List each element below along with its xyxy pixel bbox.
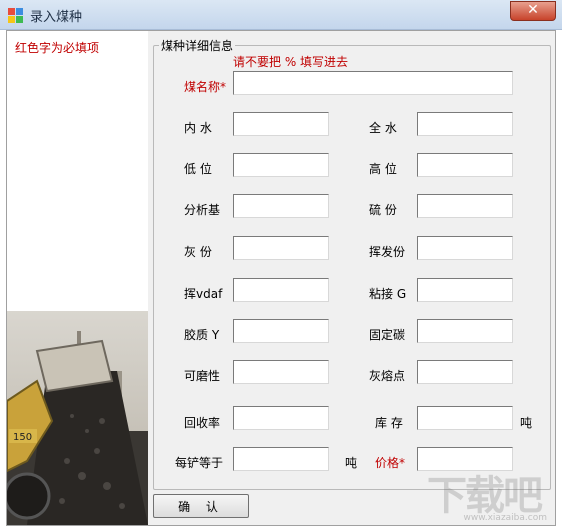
colloid-label: 胶质 Y — [184, 328, 220, 342]
ash-fusion-label: 灰熔点 — [369, 369, 406, 383]
per-shovel-label: 每铲等于 — [175, 456, 224, 470]
grindability-input[interactable] — [233, 360, 329, 384]
low-heat-label: 低 位 — [184, 162, 212, 176]
sulfur-label: 硫 份 — [369, 203, 397, 217]
vdaf-input[interactable] — [233, 278, 329, 302]
ash-input[interactable] — [233, 236, 329, 260]
group-title: 煤种详细信息 — [159, 37, 236, 54]
close-button[interactable]: ✕ — [510, 1, 556, 21]
stock-label: 库 存 — [375, 416, 403, 430]
analysis-base-input[interactable] — [233, 194, 329, 218]
svg-text:150: 150 — [13, 432, 32, 443]
total-moisture-label: 全 水 — [369, 121, 397, 135]
coal-name-label: 煤名称* — [184, 80, 227, 94]
high-heat-input[interactable] — [417, 153, 513, 177]
required-note: 红色字为必填项 — [15, 41, 100, 55]
stock-unit: 吨 — [520, 416, 533, 430]
ash-fusion-input[interactable] — [417, 360, 513, 384]
percent-warning: 请不要把 % 填写进去 — [233, 55, 349, 69]
price-label: 价格* — [375, 456, 406, 470]
analysis-base-label: 分析基 — [184, 203, 221, 217]
high-heat-label: 高 位 — [369, 162, 397, 176]
caking-label: 粘接 G — [369, 287, 407, 301]
per-shovel-input[interactable] — [233, 447, 329, 471]
inner-moisture-input[interactable] — [233, 112, 329, 136]
watermark-url: www.xiazaiba.com — [463, 513, 547, 523]
coal-loader-image: 150 — [7, 311, 148, 525]
sulfur-input[interactable] — [417, 194, 513, 218]
caking-input[interactable] — [417, 278, 513, 302]
fixed-carbon-label: 固定碳 — [369, 328, 406, 342]
fixed-carbon-input[interactable] — [417, 319, 513, 343]
coal-name-input[interactable] — [233, 71, 513, 95]
per-shovel-unit: 吨 — [345, 456, 358, 470]
title-bar[interactable]: 录入煤种 ✕ — [0, 0, 562, 30]
client-area: 红色字为必填项 150 煤种详细信息 请不要把 % 填写进去 煤名称* 内 水 … — [6, 30, 556, 526]
low-heat-input[interactable] — [233, 153, 329, 177]
window-title: 录入煤种 — [30, 10, 83, 25]
recovery-label: 回收率 — [184, 416, 221, 430]
app-icon — [8, 8, 24, 24]
ash-label: 灰 份 — [184, 245, 212, 259]
close-icon: ✕ — [527, 2, 539, 18]
left-panel: 红色字为必填项 150 — [7, 31, 148, 525]
recovery-input[interactable] — [233, 406, 329, 430]
stock-input[interactable] — [417, 406, 513, 430]
confirm-button[interactable]: 确 认 — [153, 494, 249, 518]
volatile-label: 挥发份 — [369, 245, 406, 259]
grindability-label: 可磨性 — [184, 369, 221, 383]
volatile-input[interactable] — [417, 236, 513, 260]
colloid-input[interactable] — [233, 319, 329, 343]
inner-moisture-label: 内 水 — [184, 121, 212, 135]
vdaf-label: 挥vdaf — [184, 287, 223, 301]
total-moisture-input[interactable] — [417, 112, 513, 136]
